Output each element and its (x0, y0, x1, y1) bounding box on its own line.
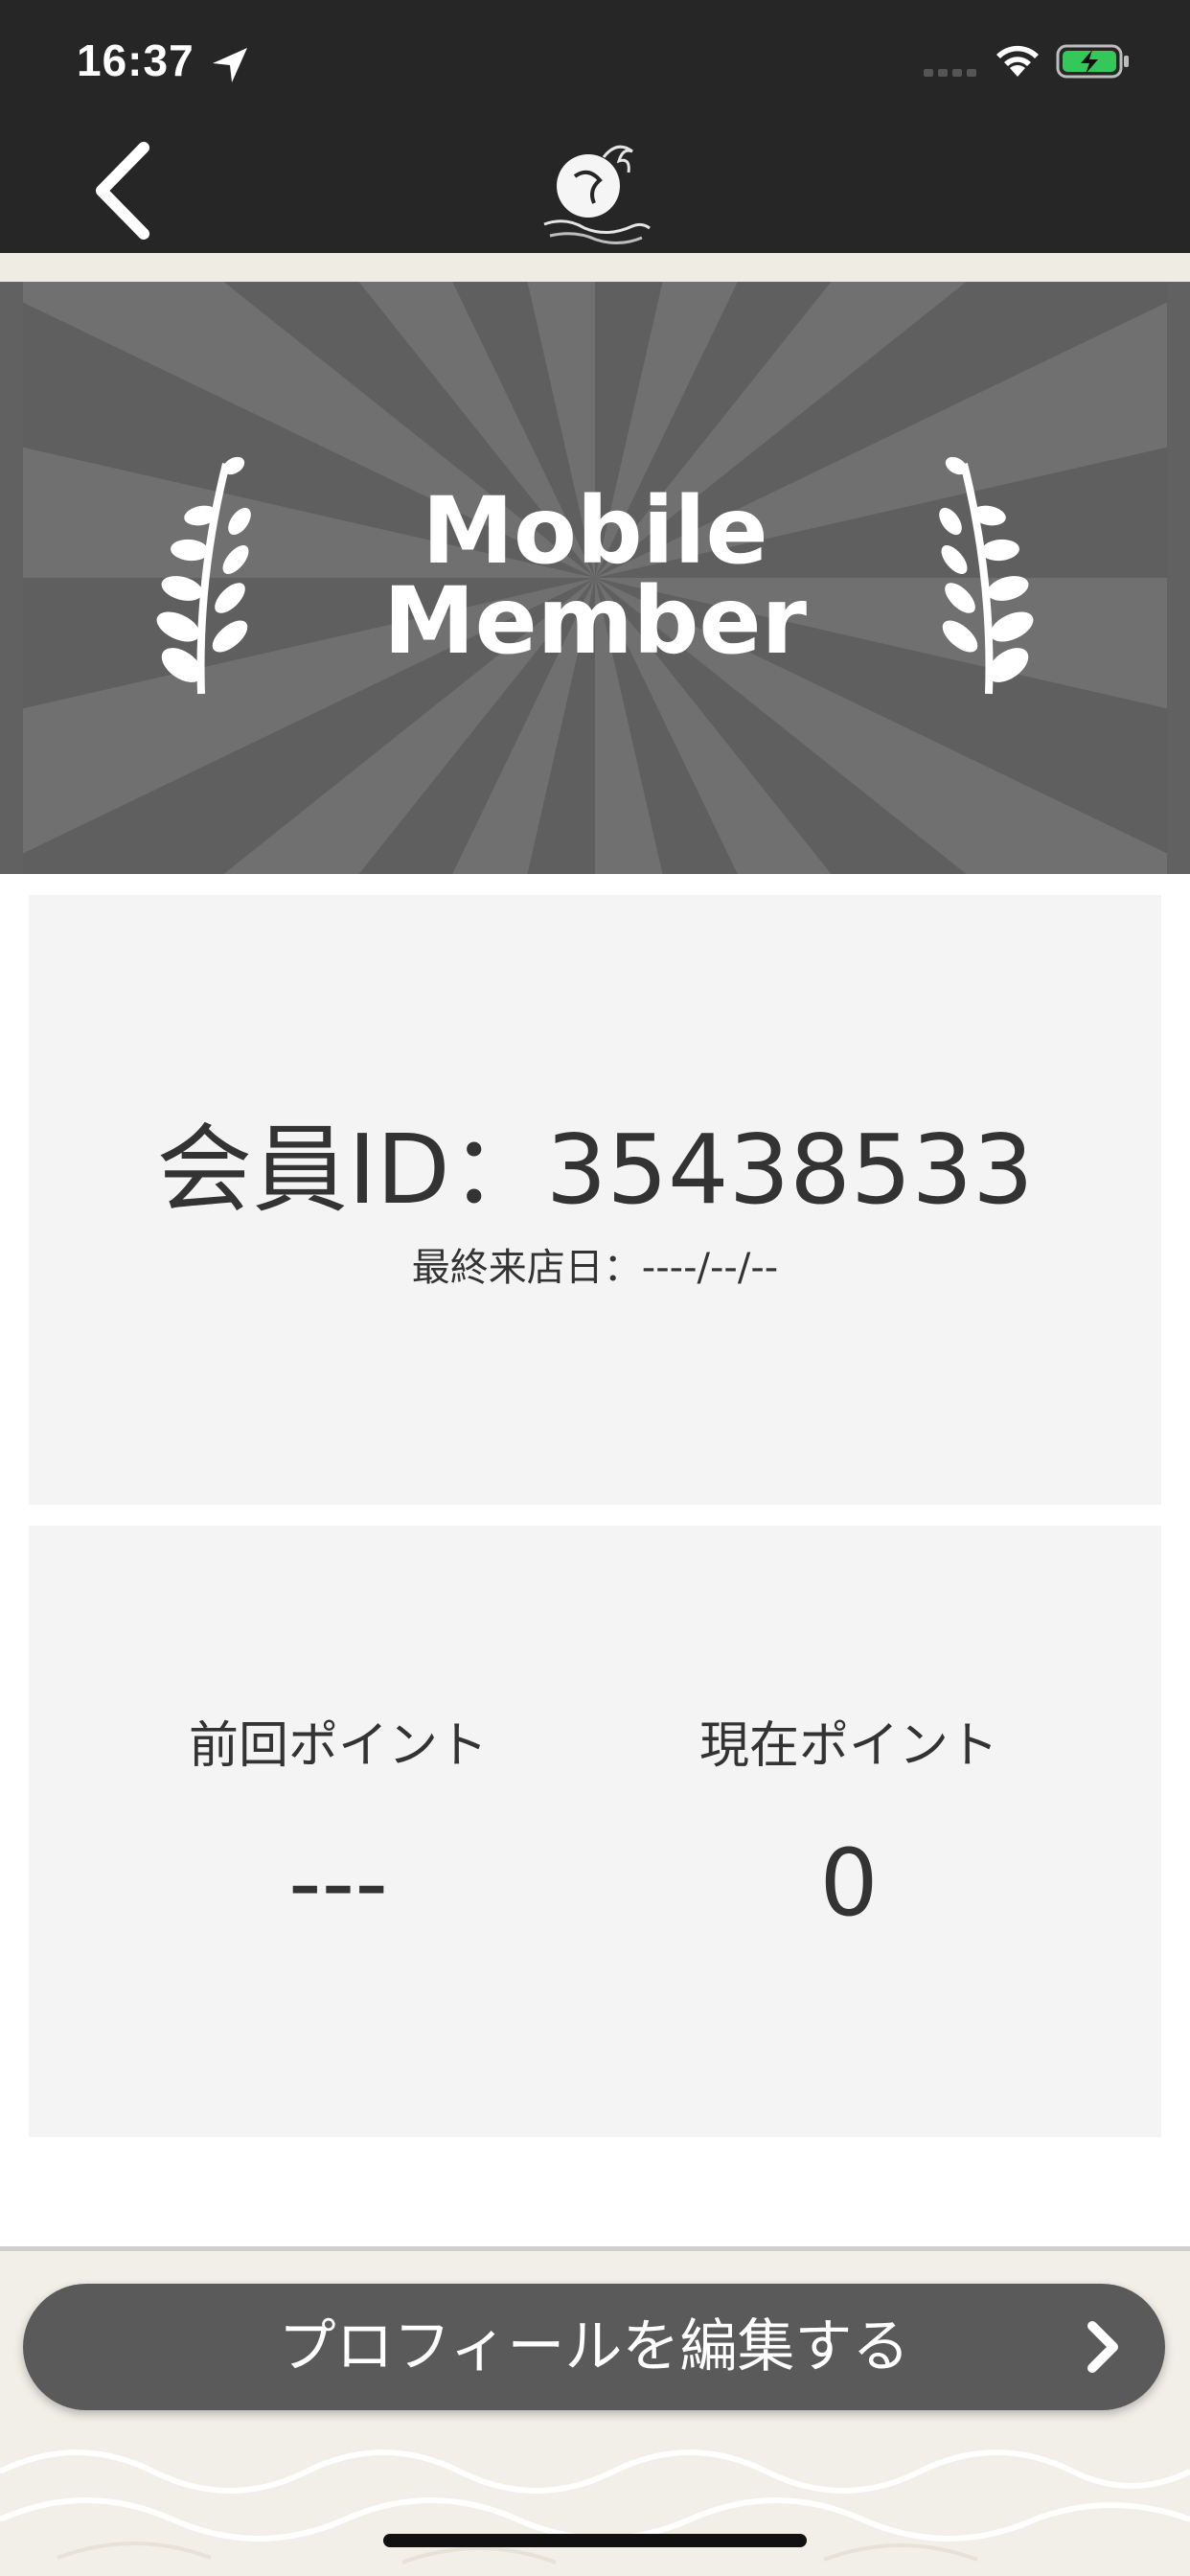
member-id-card: 会員ID：35438533 最終来店日：----/--/-- (29, 895, 1161, 1505)
home-indicator[interactable] (383, 2534, 807, 2547)
member-id: 会員ID：35438533 (156, 1114, 1034, 1226)
chevron-right-icon (1087, 2321, 1118, 2373)
current-points-label: 現在ポイント (698, 1717, 998, 1775)
battery-charging-icon (1056, 44, 1129, 79)
member-hero-banner: Mobile Member (0, 282, 1190, 874)
signal-icon (924, 69, 976, 77)
brand-logo[interactable] (537, 128, 655, 253)
previous-points-value: --- (288, 1829, 388, 1937)
points-card: 前回ポイント --- 現在ポイント 0 (29, 1526, 1161, 2137)
paper-texture-strip (0, 253, 1190, 282)
location-arrow-icon (213, 48, 247, 82)
edit-profile-button[interactable]: プロフィールを編集する (23, 2284, 1165, 2410)
previous-points-label: 前回ポイント (188, 1717, 488, 1775)
hero-title-line1: Mobile (422, 477, 768, 585)
last-visit-date: 最終来店日：----/--/-- (411, 1246, 779, 1290)
wifi-icon (996, 45, 1039, 77)
status-time: 16:37 (77, 35, 195, 85)
status-bar: 16:37 (0, 0, 1190, 128)
current-points-value: 0 (819, 1829, 879, 1937)
nav-bar (0, 128, 1190, 253)
bottom-action-area: プロフィールを編集する (0, 2246, 1190, 2576)
edit-profile-label: プロフィールを編集する (278, 2313, 910, 2380)
back-button[interactable] (80, 138, 167, 243)
hero-title-line2: Member (383, 567, 807, 675)
